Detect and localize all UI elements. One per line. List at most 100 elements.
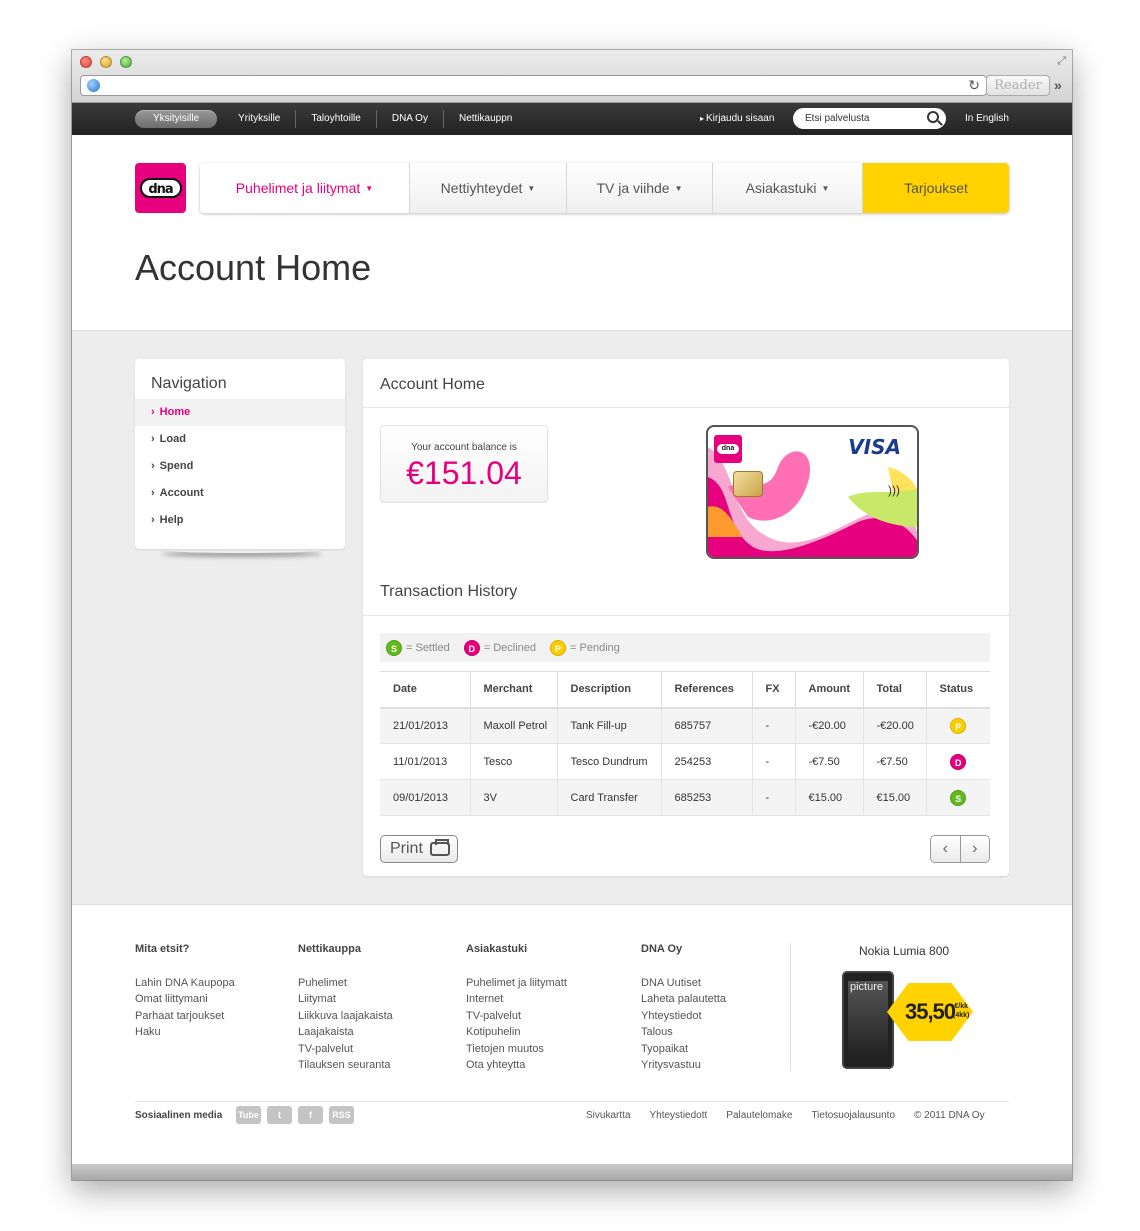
nav-tv[interactable]: TV ja viihde ▼ xyxy=(567,163,713,213)
reload-icon[interactable]: ↻ xyxy=(968,77,980,94)
card-dna-logo: dna xyxy=(714,435,742,463)
footer-link[interactable]: Tyopaikat xyxy=(641,1041,726,1057)
footer-link[interactable]: Laajakaista xyxy=(298,1024,393,1040)
footer-col-title: Nettikauppa xyxy=(298,943,361,955)
card-logo-text: dna xyxy=(717,444,739,454)
footer-link[interactable]: Lahin DNA Kaupopa xyxy=(135,975,235,991)
cell-fx: - xyxy=(752,779,796,816)
cell-status: D xyxy=(926,743,990,780)
chevrons-right-icon[interactable]: » xyxy=(1054,77,1062,93)
language-link[interactable]: In English xyxy=(965,113,1009,124)
sitemap-link[interactable]: Sivukartta xyxy=(586,1110,630,1121)
search-input[interactable]: Etsi palvelusta xyxy=(793,108,946,129)
globe-icon xyxy=(87,79,100,92)
fullscreen-icon[interactable]: ⤢ xyxy=(1057,55,1066,68)
footer-link[interactable]: TV-palvelut xyxy=(466,1008,567,1024)
footer-link[interactable]: Omat liittymani xyxy=(135,991,235,1007)
nav-label: Puhelimet ja liitymat xyxy=(235,180,361,196)
col-merchant[interactable]: Merchant xyxy=(470,671,558,709)
footer-link[interactable]: Liikkuva laajakaista xyxy=(298,1008,393,1024)
search-icon[interactable] xyxy=(927,111,939,123)
segment-nav: Yksityisille Yrityksille Taloyhtoille DN… xyxy=(135,110,527,128)
segment-business[interactable]: Yrityksille xyxy=(223,110,295,128)
pending-badge-icon: P xyxy=(550,639,567,656)
footer-link[interactable]: TV-palvelut xyxy=(298,1041,393,1057)
next-page-button[interactable]: › xyxy=(961,836,990,862)
footer-link[interactable]: DNA Uutiset xyxy=(641,975,726,991)
dna-logo[interactable]: dna xyxy=(135,163,186,213)
table-row[interactable]: 09/01/2013 3V Card Transfer 685253 - €15… xyxy=(380,779,990,816)
privacy-link[interactable]: Tietosuojalausunto xyxy=(811,1110,895,1121)
footer-col-support: Asiakastuki Puhelimet ja liitymatt Inter… xyxy=(466,943,567,1073)
footer-link[interactable]: Talous xyxy=(641,1024,726,1040)
legend-pending: P = Pending xyxy=(550,639,620,656)
footer-link[interactable]: Yhteystiedot xyxy=(641,1008,726,1024)
legend-label: = Settled xyxy=(406,641,450,654)
footer-link[interactable]: Ota yhteytta xyxy=(466,1057,567,1073)
nav-internet[interactable]: Nettiyhteydet ▼ xyxy=(410,163,567,213)
sidebar-item-spend[interactable]: Spend xyxy=(135,453,345,480)
facebook-icon[interactable]: f xyxy=(298,1106,323,1124)
reader-button[interactable]: Reader xyxy=(986,75,1050,96)
footer-link[interactable]: Internet xyxy=(466,991,567,1007)
table-row[interactable]: 21/01/2013 Maxoll Petrol Tank Fill-up 68… xyxy=(380,707,990,744)
youtube-icon[interactable]: Tube xyxy=(236,1106,261,1124)
sidebar-title: Navigation xyxy=(151,375,227,392)
nav-support[interactable]: Asiakastuki ▼ xyxy=(713,163,863,213)
sidebar-item-account[interactable]: Account xyxy=(135,480,345,507)
col-total[interactable]: Total xyxy=(863,671,927,709)
declined-badge-icon: D xyxy=(463,639,480,656)
footer-link[interactable]: Kotipuhelin xyxy=(466,1024,567,1040)
segment-webshop[interactable]: Nettikauppn xyxy=(442,110,527,128)
feedback-link[interactable]: Palautelomake xyxy=(726,1110,792,1121)
sidebar-item-load[interactable]: Load xyxy=(135,426,345,453)
footer-link[interactable]: Tilauksen seuranta xyxy=(298,1057,393,1073)
rss-icon[interactable]: RSS xyxy=(329,1106,354,1124)
col-status[interactable]: Status xyxy=(926,671,990,709)
col-fx[interactable]: FX xyxy=(752,671,796,709)
nav-label: Asiakastuki xyxy=(745,180,817,196)
minimize-window-button[interactable] xyxy=(100,56,112,68)
phone-image[interactable]: picture xyxy=(842,971,894,1069)
cell-description: Card Transfer xyxy=(557,779,662,816)
col-description[interactable]: Description xyxy=(557,671,662,709)
footer-link[interactable]: Puhelimet ja liitymatt xyxy=(466,975,567,991)
footer-link[interactable]: Laheta palautetta xyxy=(641,991,726,1007)
nav-offers[interactable]: Tarjoukset xyxy=(863,163,1009,213)
col-references[interactable]: References xyxy=(661,671,753,709)
cell-amount: -€7.50 xyxy=(795,743,864,780)
footer-link[interactable]: Yritysvastuu xyxy=(641,1057,726,1073)
cell-fx: - xyxy=(752,707,796,744)
col-amount[interactable]: Amount xyxy=(795,671,864,709)
zoom-window-button[interactable] xyxy=(120,56,132,68)
print-button[interactable]: Print xyxy=(380,835,458,863)
cell-total: €15.00 xyxy=(863,779,927,816)
account-panel: Account Home Your account balance is €15… xyxy=(363,359,1009,876)
contact-link[interactable]: Yhteystiedott xyxy=(649,1110,707,1121)
nav-phones[interactable]: Puhelimet ja liitymat ▼ xyxy=(200,163,410,213)
col-date[interactable]: Date xyxy=(380,671,471,709)
sidebar-item-help[interactable]: Help xyxy=(135,507,345,534)
footer-link[interactable]: Haku xyxy=(135,1024,235,1040)
table-row[interactable]: 11/01/2013 Tesco Tesco Dundrum 254253 - … xyxy=(380,743,990,780)
close-window-button[interactable] xyxy=(80,56,92,68)
footer-line xyxy=(135,1101,1009,1102)
login-link[interactable]: Kirjaudu sisaan xyxy=(700,113,774,124)
segment-housing[interactable]: Taloyhtoille xyxy=(295,110,375,128)
footer-link[interactable]: Parhaat tarjoukset xyxy=(135,1008,235,1024)
footer-bottom-links: Sivukartta Yhteystiedott Palautelomake T… xyxy=(586,1110,985,1121)
twitter-icon[interactable]: t xyxy=(267,1106,292,1124)
segment-private[interactable]: Yksityisille xyxy=(135,110,218,128)
address-bar[interactable]: ↻ xyxy=(80,75,987,96)
footer-link[interactable]: Liitymat xyxy=(298,991,393,1007)
sidebar-item-home[interactable]: Home xyxy=(135,399,345,426)
prev-page-button[interactable]: ‹ xyxy=(931,836,961,862)
promo-title[interactable]: Nokia Lumia 800 xyxy=(859,944,949,958)
footer-link[interactable]: Tietojen muutos xyxy=(466,1041,567,1057)
settled-badge-icon: S xyxy=(386,639,402,656)
cell-date: 21/01/2013 xyxy=(380,707,471,744)
segment-dna-oy[interactable]: DNA Oy xyxy=(375,110,443,128)
social-icons: Tube t f RSS xyxy=(236,1106,354,1124)
footer-link[interactable]: Puhelimet xyxy=(298,975,393,991)
divider xyxy=(363,615,1009,616)
